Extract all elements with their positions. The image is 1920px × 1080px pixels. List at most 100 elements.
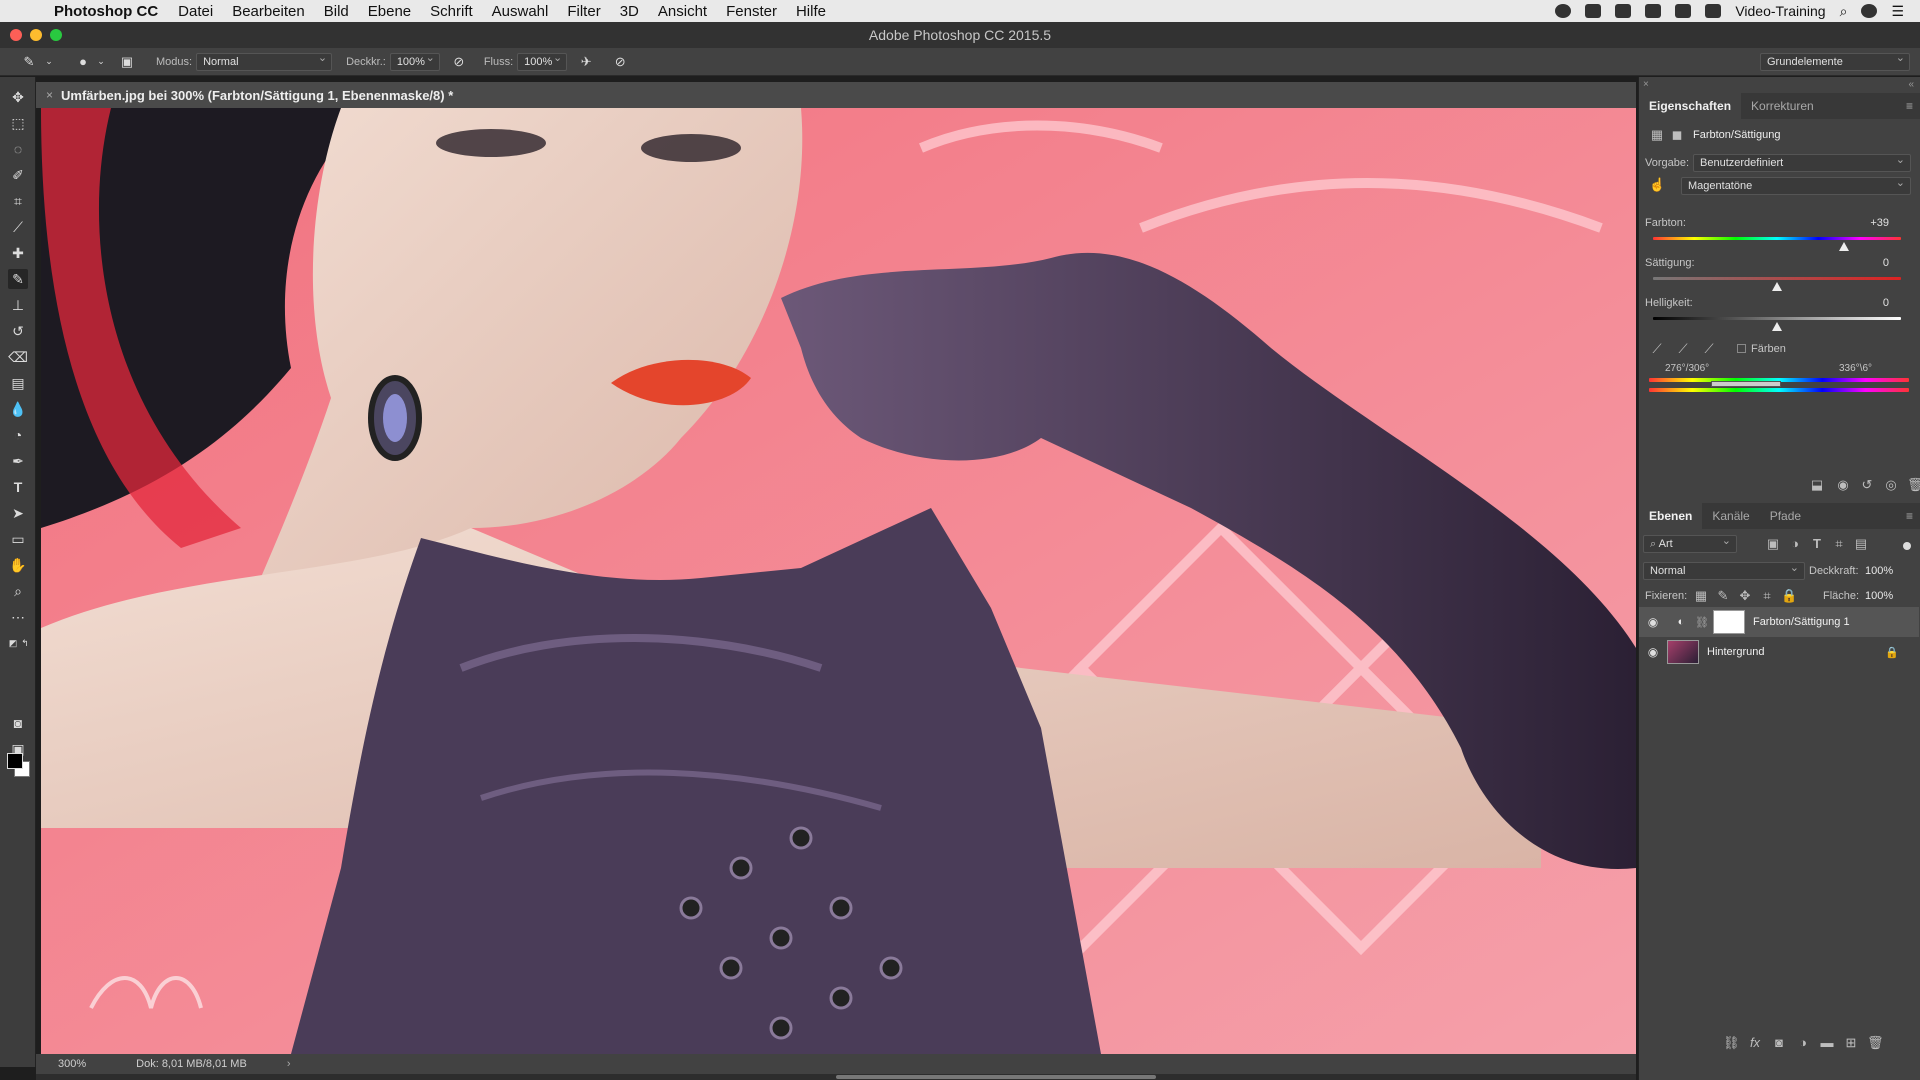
new-group-icon[interactable]: ▬: [1819, 1035, 1835, 1051]
mask-link-icon[interactable]: ⛓: [1695, 616, 1709, 629]
quick-selection-tool-icon[interactable]: ✐: [8, 165, 28, 185]
eraser-tool-icon[interactable]: ⌫: [8, 347, 28, 367]
background-visibility-eye-icon[interactable]: ◉: [1639, 645, 1667, 659]
lightness-slider-thumb[interactable]: [1772, 322, 1782, 331]
hue-slider-thumb[interactable]: [1838, 242, 1849, 251]
add-mask-icon[interactable]: ◙: [1771, 1035, 1787, 1051]
hue-value[interactable]: +39: [1849, 217, 1889, 229]
flow-field[interactable]: 100%: [517, 51, 568, 71]
brush-picker-chevron-icon[interactable]: ⌄: [92, 53, 110, 71]
collapse-panel-icon[interactable]: ×: [1643, 79, 1649, 90]
filter-pixel-icon[interactable]: ▣: [1765, 536, 1781, 552]
lightness-value[interactable]: 0: [1849, 297, 1889, 309]
swap-colors-icon[interactable]: ↰: [20, 633, 30, 653]
delete-layer-icon[interactable]: 🗑: [1867, 1035, 1884, 1051]
clone-stamp-tool-icon[interactable]: ⊥: [8, 295, 28, 315]
crop-tool-icon[interactable]: ⌗: [8, 191, 28, 211]
layer-name[interactable]: Farbton/Sättigung 1: [1753, 616, 1850, 628]
saturation-value[interactable]: 0: [1849, 257, 1889, 269]
filter-adjustment-icon[interactable]: ◑: [1787, 536, 1803, 552]
new-layer-icon[interactable]: ⊞: [1843, 1035, 1859, 1051]
lock-pixels-icon[interactable]: ✎: [1715, 588, 1731, 604]
menu-app-name[interactable]: Photoshop CC: [54, 3, 158, 20]
reset-icon[interactable]: ↺: [1859, 477, 1875, 493]
new-adjustment-icon[interactable]: ◑: [1795, 1035, 1811, 1051]
menu-auswahl[interactable]: Auswahl: [492, 3, 549, 20]
menu-ansicht[interactable]: Ansicht: [658, 3, 707, 20]
document-size-info[interactable]: Dok: 8,01 MB/8,01 MB: [136, 1058, 247, 1070]
wifi-icon[interactable]: [1675, 4, 1692, 18]
display-icon[interactable]: [1645, 4, 1662, 18]
notification-center-icon[interactable]: ☰: [1891, 3, 1904, 20]
tab-kanaele[interactable]: Kanäle: [1702, 503, 1759, 529]
status-menu-arrow-icon[interactable]: ›: [287, 1058, 291, 1070]
delete-adjustment-icon[interactable]: 🗑: [1907, 477, 1920, 493]
default-colors-icon[interactable]: ◩: [8, 633, 18, 653]
spotlight-search-icon[interactable]: ⌕: [1840, 3, 1848, 20]
layer-row-background[interactable]: ◉ Hintergrund 🔒: [1639, 637, 1919, 667]
layer-style-icon[interactable]: fx: [1747, 1035, 1763, 1051]
link-layers-icon[interactable]: ⛓: [1723, 1035, 1740, 1051]
document-tab[interactable]: × Umfärben.jpg bei 300% (Farbton/Sättigu…: [36, 82, 1636, 108]
filter-type-icon[interactable]: T: [1809, 536, 1825, 552]
targeted-adjustment-icon[interactable]: ☝: [1649, 177, 1665, 193]
channel-select[interactable]: Magentatöne: [1681, 175, 1911, 195]
creative-cloud-icon[interactable]: [1585, 4, 1602, 18]
pressure-opacity-icon[interactable]: ⊘: [450, 53, 468, 71]
menu-3d[interactable]: 3D: [620, 3, 639, 20]
saturation-slider-thumb[interactable]: [1772, 282, 1782, 291]
brush-size-picker-icon[interactable]: ●: [74, 53, 92, 71]
tool-preset-chevron-icon[interactable]: ⌄: [40, 53, 58, 71]
mode-select[interactable]: Normal: [196, 51, 333, 71]
menu-bearbeiten[interactable]: Bearbeiten: [232, 3, 305, 20]
colorize-checkbox[interactable]: [1737, 344, 1746, 353]
lock-all-icon[interactable]: 🔒: [1781, 588, 1797, 604]
user-name-label[interactable]: Video-Training: [1735, 3, 1825, 19]
image-canvas[interactable]: [41, 108, 1636, 1054]
menu-hilfe[interactable]: Hilfe: [796, 3, 826, 20]
menu-schrift[interactable]: Schrift: [430, 3, 473, 20]
horizontal-scrollbar[interactable]: [36, 1074, 1636, 1080]
blur-tool-icon[interactable]: 💧: [8, 399, 28, 419]
brush-tool-icon[interactable]: ✎: [8, 269, 28, 289]
zoom-tool-icon[interactable]: ⌕: [8, 581, 28, 601]
workspace-select[interactable]: Grundelemente: [1760, 51, 1910, 71]
airbrush-icon[interactable]: ✈: [577, 53, 595, 71]
brush-tool-preset-icon[interactable]: ✎: [20, 53, 38, 71]
type-tool-icon[interactable]: T: [8, 477, 28, 497]
layer-mask-thumbnail[interactable]: [1712, 610, 1745, 634]
healing-brush-tool-icon[interactable]: ✚: [8, 243, 28, 263]
lock-transparent-icon[interactable]: ▦: [1693, 588, 1709, 604]
record-icon[interactable]: [1555, 4, 1572, 18]
layer-visibility-eye-icon[interactable]: ◉: [1639, 615, 1667, 629]
menu-datei[interactable]: Datei: [178, 3, 213, 20]
clip-to-layer-icon[interactable]: ⬓: [1809, 477, 1825, 493]
tab-ebenen[interactable]: Ebenen: [1639, 503, 1703, 529]
layer-opacity-value[interactable]: 100%: [1865, 565, 1893, 577]
rectangle-tool-icon[interactable]: ▭: [8, 529, 28, 549]
lasso-tool-icon[interactable]: ◌: [8, 139, 28, 159]
layer-row-hue-saturation[interactable]: ◉ ◐ ⛓ Farbton/Sättigung 1: [1639, 607, 1919, 637]
properties-menu-icon[interactable]: ≡: [1906, 99, 1913, 113]
expand-panel-icon[interactable]: «: [1908, 79, 1914, 90]
filter-smart-object-icon[interactable]: ▤: [1853, 536, 1869, 552]
path-selection-tool-icon[interactable]: ➤: [8, 503, 28, 523]
view-previous-icon[interactable]: ◉: [1835, 477, 1851, 493]
visibility-toggle-icon[interactable]: ◎: [1883, 477, 1899, 493]
eyedropper-add-icon[interactable]: ⟋: [1675, 341, 1691, 357]
menu-filter[interactable]: Filter: [567, 3, 600, 20]
move-tool-icon[interactable]: ✥: [8, 87, 28, 107]
gradient-tool-icon[interactable]: ▤: [8, 373, 28, 393]
menu-fenster[interactable]: Fenster: [726, 3, 777, 20]
layer-filter-select[interactable]: ⌕ Art: [1643, 533, 1737, 553]
mask-icon[interactable]: ◼: [1669, 127, 1685, 143]
opacity-field[interactable]: 100%: [389, 51, 440, 71]
history-brush-tool-icon[interactable]: ↺: [8, 321, 28, 341]
lock-position-icon[interactable]: ✥: [1737, 588, 1753, 604]
fill-value[interactable]: 100%: [1865, 590, 1893, 602]
dodge-tool-icon[interactable]: ◔: [8, 425, 28, 445]
hue-range-slider[interactable]: [1711, 381, 1781, 387]
eyedropper-icon[interactable]: ⟋: [1649, 341, 1665, 357]
hue-slider-track[interactable]: [1653, 237, 1901, 240]
menu-ebene[interactable]: Ebene: [368, 3, 411, 20]
